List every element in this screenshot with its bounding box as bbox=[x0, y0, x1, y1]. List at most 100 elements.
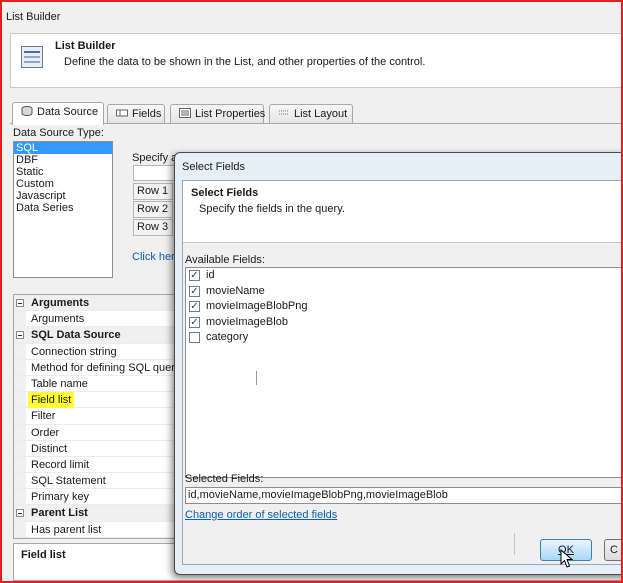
tab-label: Fields bbox=[132, 108, 162, 120]
available-fields-label: Available Fields: bbox=[185, 254, 265, 266]
tab-list-properties[interactable]: List Properties bbox=[170, 104, 266, 124]
tab-list-layout[interactable]: List Layout bbox=[269, 104, 353, 124]
properties-icon bbox=[179, 108, 191, 118]
mouse-pointer-icon bbox=[560, 549, 574, 568]
checked-checkbox-icon[interactable]: ✓ bbox=[189, 270, 200, 281]
property-category[interactable]: SQL Data Source bbox=[14, 327, 182, 344]
property-category[interactable]: Parent List bbox=[14, 505, 182, 522]
property-row[interactable]: Order bbox=[14, 424, 182, 441]
change-order-link[interactable]: Change order of selected fields bbox=[185, 509, 337, 521]
dialog-title: Select Fields bbox=[182, 161, 245, 173]
data-source-option-sql[interactable]: SQL bbox=[14, 142, 112, 154]
property-label: Order bbox=[31, 426, 60, 439]
grid-row-3[interactable]: Row 3 bbox=[133, 219, 173, 236]
property-row[interactable]: Field list bbox=[14, 392, 182, 409]
property-grid: Arguments Arguments SQL Data Source Connect… bbox=[13, 294, 183, 539]
data-source-type-list[interactable]: SQL DBF Static Custom Javascript Data Se… bbox=[13, 141, 113, 278]
property-label: Method for defining SQL query bbox=[31, 361, 181, 374]
property-row[interactable]: Distinct bbox=[14, 440, 182, 457]
property-row[interactable]: Arguments bbox=[14, 311, 182, 328]
property-gutter bbox=[14, 440, 26, 456]
property-gutter bbox=[14, 359, 26, 375]
property-gutter bbox=[14, 343, 26, 359]
database-icon bbox=[21, 106, 33, 116]
property-label: Parent List bbox=[31, 507, 88, 520]
property-label: Filter bbox=[31, 410, 56, 423]
property-row[interactable]: Primary key bbox=[14, 489, 182, 506]
data-source-type-label: Data Source Type: bbox=[13, 127, 104, 139]
property-gutter bbox=[14, 473, 26, 489]
text-cursor bbox=[256, 371, 257, 385]
property-row[interactable]: Connection string bbox=[14, 343, 182, 360]
field-item[interactable]: ✓ id bbox=[186, 268, 621, 284]
collapse-icon[interactable] bbox=[16, 331, 24, 340]
field-item[interactable]: ✓ movieImageBlob bbox=[186, 315, 621, 331]
property-gutter bbox=[14, 456, 26, 473]
field-name: movieImageBlob bbox=[206, 315, 288, 328]
property-gutter bbox=[14, 408, 26, 424]
property-row[interactable]: Filter bbox=[14, 408, 182, 425]
data-source-option-custom[interactable]: Custom bbox=[14, 178, 112, 190]
property-row[interactable]: Method for defining SQL query bbox=[14, 359, 182, 376]
tab-label: List Properties bbox=[195, 108, 266, 120]
property-row[interactable]: Record limit bbox=[14, 456, 182, 474]
tab-fields[interactable]: Fields bbox=[107, 104, 165, 124]
collapse-icon[interactable] bbox=[16, 299, 24, 307]
property-label: Arguments bbox=[31, 313, 85, 326]
select-fields-dialog: Select Fields Select Fields Specify the … bbox=[174, 152, 621, 575]
property-category[interactable]: Arguments bbox=[14, 295, 182, 312]
property-label: Distinct bbox=[31, 442, 68, 455]
data-source-option-data-series[interactable]: Data Series bbox=[14, 202, 112, 214]
property-label: Primary key bbox=[31, 491, 90, 504]
layout-icon bbox=[279, 110, 289, 115]
field-item[interactable]: category bbox=[186, 330, 621, 346]
property-gutter bbox=[14, 392, 26, 408]
list-builder-icon bbox=[21, 46, 43, 68]
button-separator bbox=[514, 533, 515, 555]
property-label: Table name bbox=[31, 377, 88, 390]
available-fields-list: ✓ id ✓ movieName ✓ movieImageBlobPng ✓ movieIma… bbox=[185, 267, 621, 478]
selected-fields-input[interactable]: id,movieName,movieImageBlobPng,movieImag… bbox=[185, 487, 621, 504]
property-label: Arguments bbox=[31, 297, 90, 309]
property-gutter bbox=[14, 521, 26, 537]
collapse-icon[interactable] bbox=[16, 509, 24, 518]
data-source-option-dbf[interactable]: DBF bbox=[14, 154, 112, 166]
property-label: Connection string bbox=[31, 345, 117, 358]
dialog-body: Select Fields Specify the fields in the … bbox=[182, 180, 621, 568]
cancel-button[interactable]: C bbox=[604, 539, 621, 561]
dialog-subheading: Specify the fields in the query. bbox=[199, 203, 345, 215]
window-title: List Builder bbox=[6, 11, 61, 23]
tab-label: Data Source bbox=[37, 106, 99, 118]
checked-checkbox-icon[interactable]: ✓ bbox=[189, 316, 200, 328]
cancel-button-label: C bbox=[610, 544, 618, 556]
tab-label: List Layout bbox=[294, 108, 348, 120]
grid-row-1[interactable]: Row 1 bbox=[133, 183, 173, 200]
property-label: Record limit bbox=[31, 458, 90, 471]
header-title: List Builder bbox=[55, 40, 116, 52]
field-item[interactable]: ✓ movieImageBlobPng bbox=[186, 299, 621, 315]
checked-checkbox-icon[interactable]: ✓ bbox=[189, 285, 200, 297]
field-name: category bbox=[206, 331, 249, 343]
property-label: SQL Data Source bbox=[31, 329, 121, 342]
tab-data-source[interactable]: Data Source bbox=[12, 102, 104, 125]
field-name: movieName bbox=[206, 284, 265, 297]
data-source-option-javascript[interactable]: Javascript bbox=[14, 190, 112, 202]
header-description: Define the data to be shown in the List,… bbox=[64, 56, 426, 68]
specify-text: Specify a bbox=[132, 152, 178, 164]
property-row[interactable]: SQL Statement bbox=[14, 473, 182, 490]
field-name: movieImageBlobPng bbox=[206, 300, 308, 312]
fields-icon bbox=[116, 109, 128, 117]
list-builder-window: List Builder List Builder Define the dat… bbox=[0, 0, 623, 583]
property-gutter bbox=[14, 375, 26, 392]
dialog-header: Select Fields Specify the fields in the … bbox=[183, 181, 621, 243]
property-label: Has parent list bbox=[31, 523, 102, 536]
data-source-option-static[interactable]: Static bbox=[14, 166, 112, 178]
checkbox-icon[interactable] bbox=[189, 332, 200, 343]
property-gutter bbox=[14, 424, 26, 440]
grid-row-2[interactable]: Row 2 bbox=[133, 201, 173, 218]
property-label: Field list bbox=[28, 392, 75, 409]
field-item[interactable]: ✓ movieName bbox=[186, 284, 621, 300]
checked-checkbox-icon[interactable]: ✓ bbox=[189, 301, 200, 312]
property-row[interactable]: Has parent list bbox=[14, 521, 182, 538]
property-row[interactable]: Table name bbox=[14, 375, 182, 393]
